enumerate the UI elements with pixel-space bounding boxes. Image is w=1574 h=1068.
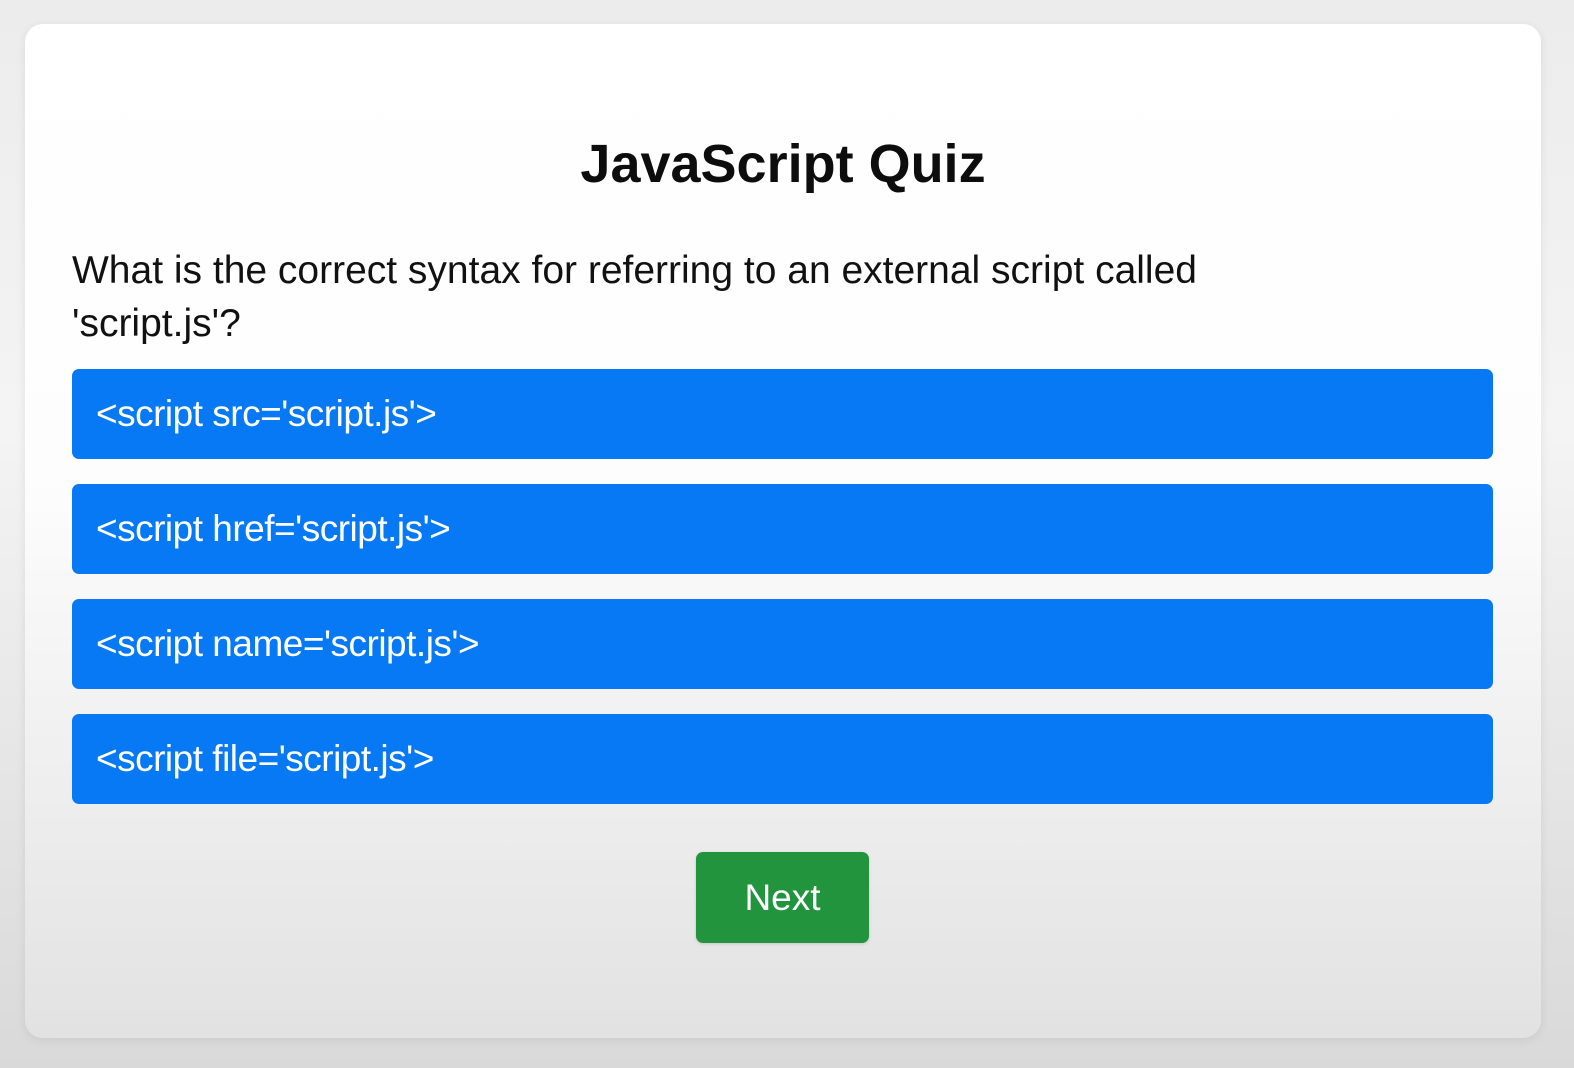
answer-option-4[interactable]: <script file='script.js'>: [72, 714, 1493, 804]
answer-option-3[interactable]: <script name='script.js'>: [72, 599, 1493, 689]
answer-option-2[interactable]: <script href='script.js'>: [72, 484, 1493, 574]
answer-list: <script src='script.js'> <script href='s…: [72, 369, 1493, 804]
answer-option-1[interactable]: <script src='script.js'>: [72, 369, 1493, 459]
quiz-card: JavaScript Quiz What is the correct synt…: [25, 24, 1541, 1038]
question-text: What is the correct syntax for referring…: [72, 249, 1197, 345]
next-button[interactable]: Next: [696, 852, 869, 943]
quiz-title: JavaScript Quiz: [580, 134, 986, 194]
